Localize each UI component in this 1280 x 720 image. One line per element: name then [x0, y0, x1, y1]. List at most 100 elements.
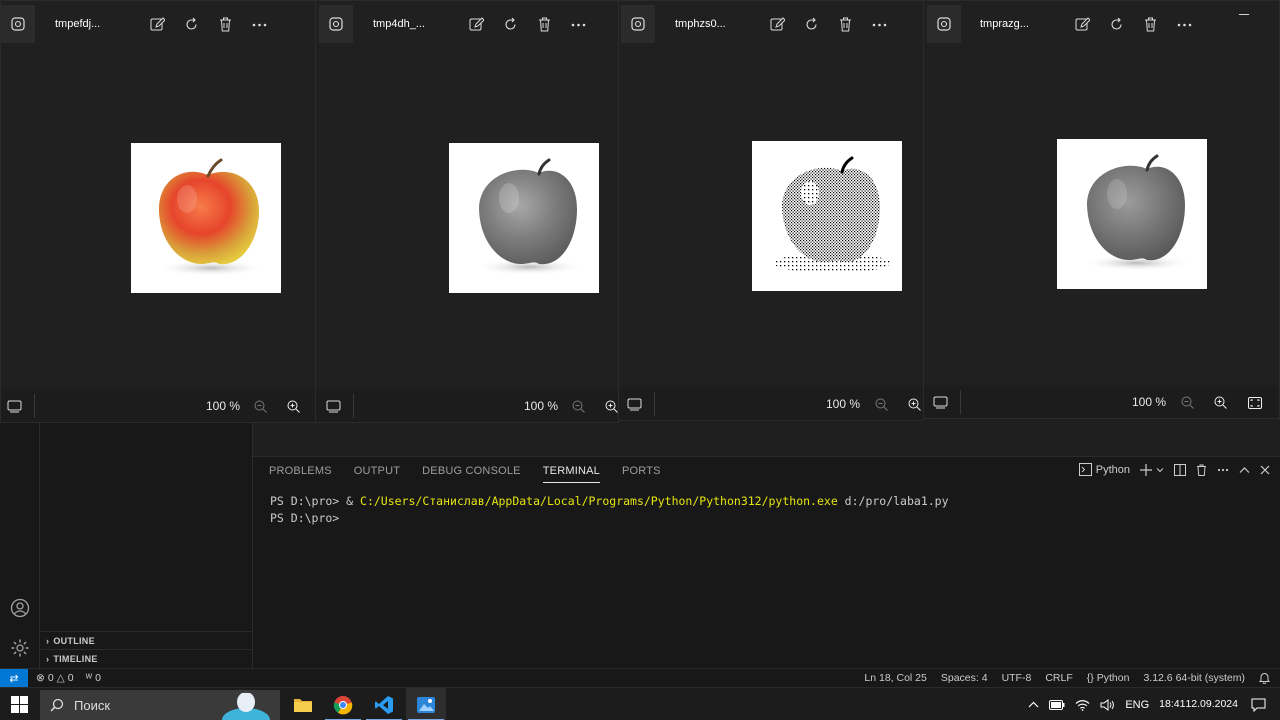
viewer-footer: 100 % [619, 387, 923, 420]
outline-section[interactable]: › OUTLINE [40, 631, 253, 649]
photos-app-icon[interactable] [927, 5, 961, 43]
vscode-icon[interactable] [364, 688, 404, 720]
accounts-icon[interactable] [9, 597, 31, 619]
terminal-profile-button[interactable]: Python [1078, 463, 1130, 476]
delete-icon[interactable] [1142, 16, 1159, 33]
timeline-section[interactable]: › TIMELINE [40, 649, 253, 667]
ports-count: 0 [95, 672, 101, 684]
maximize-panel-button[interactable] [1239, 466, 1250, 474]
notification-center-icon[interactable] [1243, 688, 1280, 720]
edit-image-icon[interactable] [468, 16, 485, 33]
taskbar-search[interactable]: Поиск [40, 690, 280, 720]
panel-actions: Python [1078, 463, 1270, 476]
clock[interactable]: 18:41 12.09.2024 [1154, 688, 1243, 720]
tab-debug-console[interactable]: DEBUG CONSOLE [422, 465, 521, 483]
viewer-footer: 100 % [924, 385, 1279, 418]
viewer-footer: 100 % [316, 389, 618, 422]
fit-to-window-icon[interactable] [1246, 394, 1263, 411]
edit-image-icon[interactable] [1074, 16, 1091, 33]
windows-start-icon[interactable] [11, 696, 28, 713]
rotate-icon[interactable] [1108, 16, 1125, 33]
terminal-command-arg: d:/pro/laba1.py [837, 494, 949, 508]
volume-icon[interactable] [1095, 688, 1120, 720]
status-bar: ⇄ ⊗ 0 △ 0 ᵂ 0 Ln 18, Col 25 Spaces: 4 UT… [0, 668, 1280, 688]
sidebar: › OUTLINE › TIMELINE [40, 423, 253, 668]
more-options-icon[interactable] [570, 16, 587, 33]
grayscale-apple-image [449, 143, 599, 293]
file-explorer-icon[interactable] [283, 688, 323, 720]
notifications-bell-icon[interactable] [1259, 672, 1270, 684]
photos-app-taskbar-icon[interactable] [406, 688, 446, 720]
encoding[interactable]: UTF-8 [1002, 672, 1032, 684]
filmstrip-icon[interactable] [325, 398, 342, 415]
photos-app-icon[interactable] [1, 5, 35, 43]
photos-app-icon[interactable] [621, 5, 655, 43]
language-mode[interactable]: {} Python [1087, 672, 1130, 684]
photo-viewer-window-2: tmp4dh_... 100 % [315, 0, 619, 423]
rotate-icon[interactable] [502, 16, 519, 33]
search-placeholder: Поиск [74, 697, 111, 713]
chrome-icon[interactable] [323, 688, 363, 720]
tab-problems[interactable]: PROBLEMS [269, 465, 332, 483]
terminal-cursor [339, 509, 346, 522]
more-actions-button[interactable] [1217, 468, 1229, 472]
tab-terminal[interactable]: TERMINAL [542, 465, 600, 483]
viewer-titlebar: tmphzs0... [619, 1, 923, 47]
zoom-in-icon[interactable] [906, 396, 923, 413]
rotate-icon[interactable] [803, 16, 820, 33]
filmstrip-icon[interactable] [932, 394, 949, 411]
tab-ports[interactable]: PORTS [622, 465, 661, 483]
zoom-out-icon[interactable] [1179, 394, 1196, 411]
rotate-icon[interactable] [183, 16, 200, 33]
edit-image-icon[interactable] [769, 16, 786, 33]
more-options-icon[interactable] [1176, 16, 1193, 33]
split-terminal-button[interactable] [1174, 463, 1186, 476]
zoom-in-icon[interactable] [285, 398, 302, 415]
more-options-icon[interactable] [871, 16, 888, 33]
editor-area [253, 423, 1280, 456]
wifi-icon[interactable] [1070, 688, 1095, 720]
end-of-line[interactable]: CRLF [1045, 672, 1072, 684]
ellipsis-icon [1217, 468, 1229, 471]
color-apple-image [131, 143, 281, 293]
indentation[interactable]: Spaces: 4 [941, 672, 988, 684]
tab-output[interactable]: OUTPUT [354, 465, 400, 483]
split-icon [1174, 463, 1186, 476]
zoom-out-icon[interactable] [252, 398, 269, 415]
dithered-apple-image [752, 141, 902, 291]
zoom-level: 100 % [206, 399, 241, 413]
kill-terminal-button[interactable] [1196, 464, 1207, 476]
terminal-prompt-current: PS D:\pro> [270, 511, 340, 525]
photos-app-icon[interactable] [319, 5, 353, 43]
ports-status[interactable]: ᵂ 0 [86, 672, 101, 684]
minimize-icon[interactable] [1239, 14, 1249, 15]
close-panel-button[interactable] [1260, 465, 1270, 475]
cursor-position[interactable]: Ln 18, Col 25 [864, 672, 926, 684]
show-hidden-icons-chevron-icon[interactable] [1023, 688, 1044, 720]
more-options-icon[interactable] [251, 16, 268, 33]
delete-icon[interactable] [536, 16, 553, 33]
delete-icon[interactable] [837, 16, 854, 33]
python-interpreter[interactable]: 3.12.6 64-bit (system) [1143, 672, 1245, 684]
problems-status[interactable]: ⊗ 0 △ 0 [36, 672, 74, 684]
viewer-titlebar: tmp4dh_... [316, 1, 618, 47]
timeline-label: TIMELINE [53, 653, 98, 664]
zoom-level: 100 % [1132, 395, 1167, 409]
terminal-output[interactable]: PS D:\pro> & C:/Users/Станислав/AppData/… [270, 494, 949, 526]
manage-gear-icon[interactable] [9, 637, 31, 659]
close-icon [1260, 465, 1270, 474]
delete-icon[interactable] [217, 16, 234, 33]
input-language[interactable]: ENG [1120, 688, 1154, 720]
zoom-out-icon[interactable] [570, 398, 587, 415]
chevron-down-icon [1156, 467, 1164, 472]
zoom-in-icon[interactable] [1212, 394, 1229, 411]
edit-image-icon[interactable] [149, 16, 166, 33]
zoom-out-icon[interactable] [873, 396, 890, 413]
filmstrip-icon[interactable] [6, 398, 23, 415]
zoom-in-icon[interactable] [603, 398, 618, 415]
filmstrip-icon[interactable] [626, 396, 643, 413]
battery-icon[interactable] [1044, 688, 1070, 720]
new-terminal-button[interactable] [1140, 463, 1164, 476]
remote-indicator[interactable]: ⇄ [0, 669, 28, 688]
warning-icon: △ [56, 672, 65, 684]
